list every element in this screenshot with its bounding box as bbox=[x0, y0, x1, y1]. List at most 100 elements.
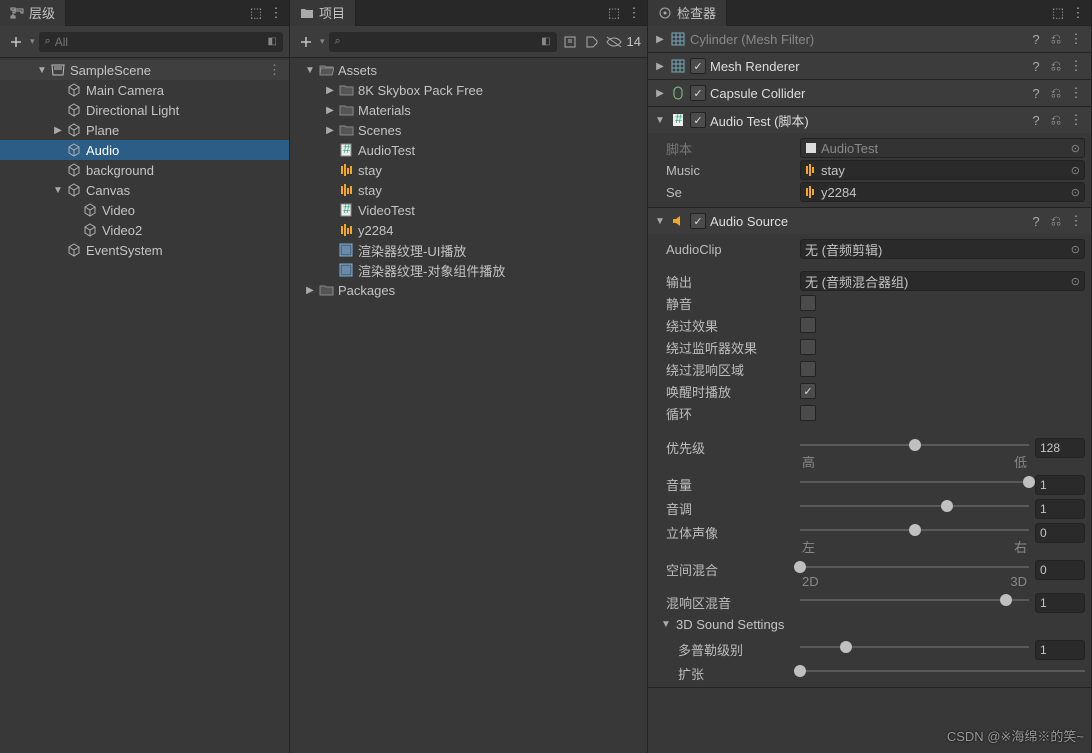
object-field[interactable]: 无 (音频剪辑)⊙ bbox=[800, 239, 1085, 259]
hierarchy-item[interactable]: Video2 bbox=[0, 220, 289, 240]
add-button[interactable] bbox=[6, 32, 26, 52]
panel-lock-icon[interactable]: ⬚ bbox=[247, 4, 265, 22]
component-header[interactable]: ▶Cylinder (Mesh Filter)?⎌⋮ bbox=[648, 26, 1091, 52]
object-picker-icon[interactable]: ⊙ bbox=[1071, 142, 1080, 155]
panel-lock-icon[interactable]: ⬚ bbox=[605, 4, 623, 22]
search-input[interactable] bbox=[55, 35, 264, 49]
checkbox[interactable] bbox=[800, 295, 816, 311]
project-item[interactable]: stay bbox=[290, 180, 647, 200]
expand-arrow[interactable]: ▶ bbox=[654, 88, 666, 99]
hierarchy-item[interactable]: Audio bbox=[0, 140, 289, 160]
help-icon[interactable]: ? bbox=[1027, 30, 1045, 48]
visibility-icon[interactable] bbox=[605, 33, 623, 51]
panel-menu-icon[interactable]: ⋮ bbox=[1069, 4, 1087, 22]
hierarchy-tab[interactable]: 层级 bbox=[0, 0, 66, 26]
number-field[interactable] bbox=[1035, 523, 1085, 543]
component-menu-icon[interactable]: ⋮ bbox=[1067, 30, 1085, 48]
search-type-icon[interactable]: ◧ bbox=[541, 36, 550, 47]
expand-arrow[interactable]: ▶ bbox=[324, 85, 336, 96]
item-menu-icon[interactable]: ⋮ bbox=[268, 62, 289, 78]
panel-menu-icon[interactable]: ⋮ bbox=[625, 4, 643, 22]
label-icon[interactable] bbox=[583, 33, 601, 51]
project-item[interactable]: ▶Materials bbox=[290, 100, 647, 120]
search-input[interactable] bbox=[345, 35, 537, 49]
help-icon[interactable]: ? bbox=[1027, 111, 1045, 129]
project-tab[interactable]: 项目 bbox=[290, 0, 356, 26]
project-item[interactable]: ▼Assets bbox=[290, 60, 647, 80]
slider[interactable] bbox=[800, 499, 1029, 513]
add-dropdown-icon[interactable]: ▾ bbox=[30, 36, 35, 47]
component-header[interactable]: ▶✓Capsule Collider?⎌⋮ bbox=[648, 80, 1091, 106]
panel-lock-icon[interactable]: ⬚ bbox=[1049, 4, 1067, 22]
section-header[interactable]: ▼3D Sound Settings bbox=[654, 613, 1085, 636]
project-item[interactable]: 渲染器纹理-UI播放 bbox=[290, 240, 647, 260]
number-field[interactable] bbox=[1035, 593, 1085, 613]
object-field[interactable]: 无 (音频混合器组)⊙ bbox=[800, 271, 1085, 291]
add-button[interactable] bbox=[296, 32, 316, 52]
hierarchy-item[interactable]: ▼SampleScene⋮ bbox=[0, 60, 289, 80]
hierarchy-item[interactable]: ▶Plane bbox=[0, 120, 289, 140]
component-header[interactable]: ▼✓Audio Source?⎌⋮ bbox=[648, 208, 1091, 234]
hierarchy-item[interactable]: Directional Light bbox=[0, 100, 289, 120]
expand-arrow[interactable]: ▼ bbox=[52, 185, 64, 196]
object-field[interactable]: AudioTest⊙ bbox=[800, 138, 1085, 158]
slider[interactable] bbox=[800, 475, 1029, 489]
number-field[interactable] bbox=[1035, 640, 1085, 660]
expand-arrow[interactable]: ▼ bbox=[654, 216, 666, 227]
search-type-icon[interactable]: ◧ bbox=[268, 36, 277, 47]
component-menu-icon[interactable]: ⋮ bbox=[1067, 57, 1085, 75]
hierarchy-item[interactable]: Video bbox=[0, 200, 289, 220]
hierarchy-item[interactable]: Main Camera bbox=[0, 80, 289, 100]
help-icon[interactable]: ? bbox=[1027, 212, 1045, 230]
checkbox[interactable] bbox=[800, 317, 816, 333]
hierarchy-item[interactable]: background bbox=[0, 160, 289, 180]
component-header[interactable]: ▶✓Mesh Renderer?⎌⋮ bbox=[648, 53, 1091, 79]
checkbox[interactable] bbox=[800, 405, 816, 421]
slider[interactable] bbox=[800, 523, 1029, 537]
enable-checkbox[interactable]: ✓ bbox=[690, 58, 706, 74]
expand-arrow[interactable]: ▶ bbox=[304, 285, 316, 296]
checkbox[interactable] bbox=[800, 339, 816, 355]
component-menu-icon[interactable]: ⋮ bbox=[1067, 212, 1085, 230]
object-picker-icon[interactable]: ⊙ bbox=[1071, 275, 1080, 288]
checkbox[interactable] bbox=[800, 361, 816, 377]
slider[interactable] bbox=[800, 560, 1029, 574]
number-field[interactable] bbox=[1035, 499, 1085, 519]
slider[interactable] bbox=[800, 640, 1029, 654]
checkbox[interactable]: ✓ bbox=[800, 383, 816, 399]
number-field[interactable] bbox=[1035, 438, 1085, 458]
expand-arrow[interactable]: ▶ bbox=[324, 125, 336, 136]
project-search[interactable]: ⌕ ◧ bbox=[329, 32, 557, 52]
project-item[interactable]: y2284 bbox=[290, 220, 647, 240]
slider[interactable] bbox=[800, 593, 1029, 607]
enable-checkbox[interactable]: ✓ bbox=[690, 112, 706, 128]
hierarchy-item[interactable]: EventSystem bbox=[0, 240, 289, 260]
expand-arrow[interactable]: ▶ bbox=[654, 34, 666, 45]
preset-icon[interactable]: ⎌ bbox=[1047, 212, 1065, 230]
object-picker-icon[interactable]: ⊙ bbox=[1071, 164, 1080, 177]
project-item[interactable]: #VideoTest bbox=[290, 200, 647, 220]
project-item[interactable]: ▶8K Skybox Pack Free bbox=[290, 80, 647, 100]
object-field[interactable]: y2284⊙ bbox=[800, 182, 1085, 202]
help-icon[interactable]: ? bbox=[1027, 84, 1045, 102]
enable-checkbox[interactable]: ✓ bbox=[690, 85, 706, 101]
component-menu-icon[interactable]: ⋮ bbox=[1067, 84, 1085, 102]
project-item[interactable]: ▶Scenes bbox=[290, 120, 647, 140]
component-menu-icon[interactable]: ⋮ bbox=[1067, 111, 1085, 129]
preset-icon[interactable]: ⎌ bbox=[1047, 57, 1065, 75]
number-field[interactable] bbox=[1035, 475, 1085, 495]
component-header[interactable]: ▼#✓Audio Test (脚本)?⎌⋮ bbox=[648, 107, 1091, 133]
hierarchy-item[interactable]: ▼Canvas bbox=[0, 180, 289, 200]
filter-icon[interactable] bbox=[561, 33, 579, 51]
preset-icon[interactable]: ⎌ bbox=[1047, 111, 1065, 129]
object-field[interactable]: stay⊙ bbox=[800, 160, 1085, 180]
hierarchy-search[interactable]: ⌕ ◧ bbox=[39, 32, 283, 52]
object-picker-icon[interactable]: ⊙ bbox=[1071, 186, 1080, 199]
panel-menu-icon[interactable]: ⋮ bbox=[267, 4, 285, 22]
preset-icon[interactable]: ⎌ bbox=[1047, 84, 1065, 102]
inspector-tab[interactable]: 检查器 bbox=[648, 0, 727, 26]
add-dropdown-icon[interactable]: ▾ bbox=[320, 36, 325, 47]
number-field[interactable] bbox=[1035, 560, 1085, 580]
expand-arrow[interactable]: ▶ bbox=[52, 125, 64, 136]
help-icon[interactable]: ? bbox=[1027, 57, 1045, 75]
